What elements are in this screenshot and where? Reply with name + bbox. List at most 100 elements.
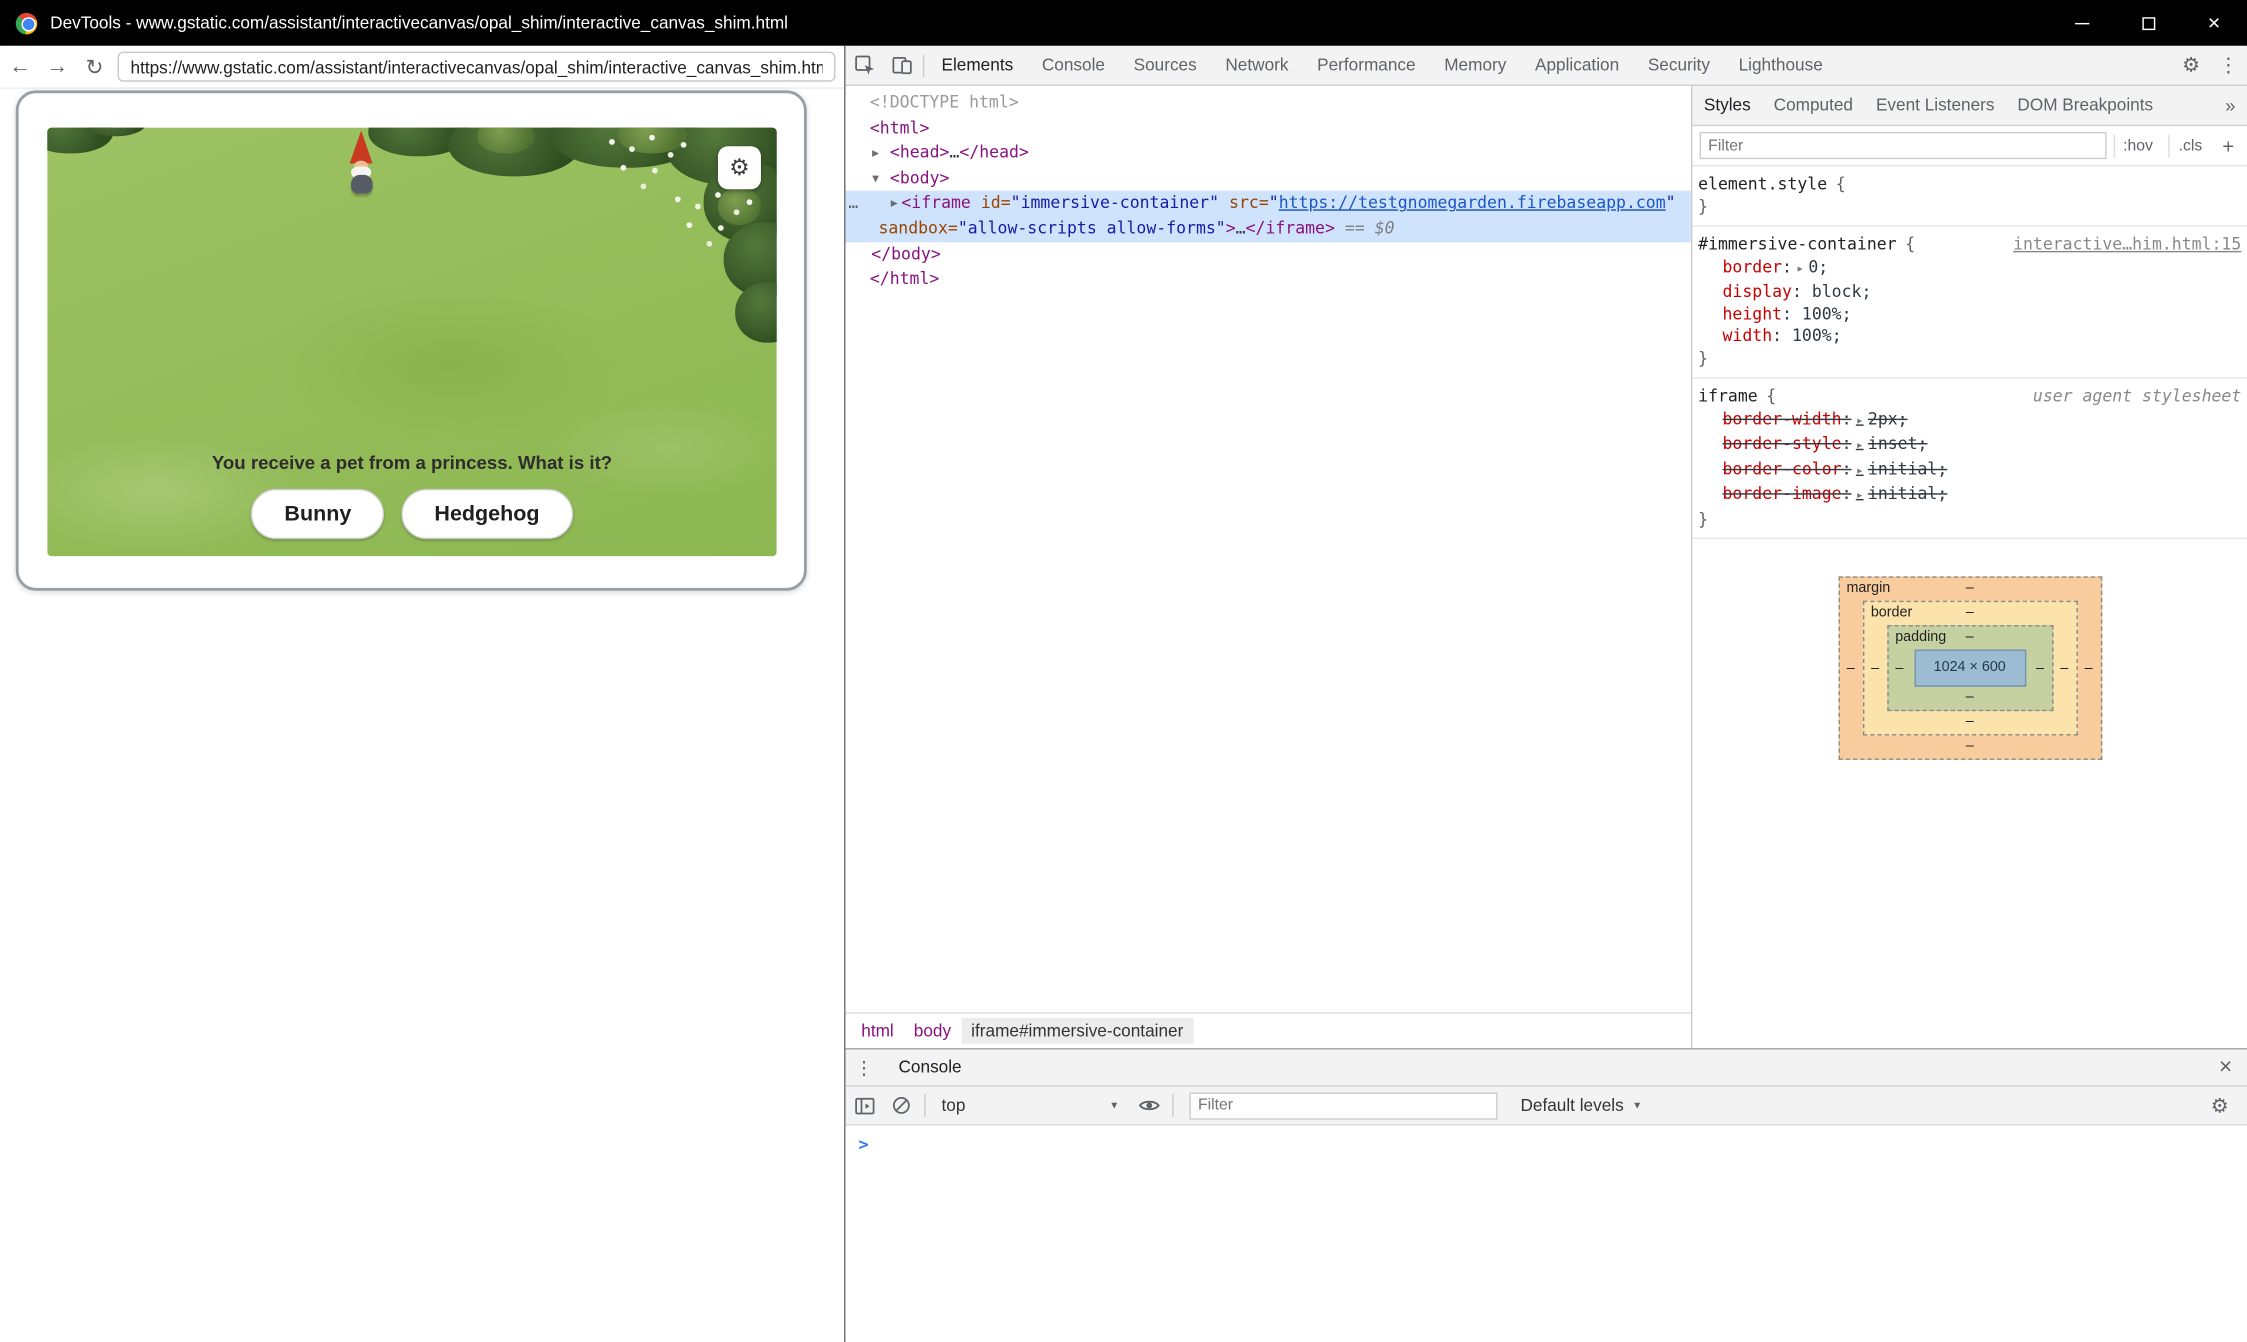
tab-application[interactable]: Application	[1521, 46, 1634, 85]
tree-line-body-open[interactable]: ▼ <body>	[845, 166, 1690, 191]
device-frame: ⚙ You receive a pet from a princess. Wha…	[16, 90, 807, 590]
flowers	[609, 139, 615, 145]
tree-line-doctype[interactable]: <!DOCTYPE html>	[845, 90, 1690, 115]
tree-selected-node[interactable]: … ▶ <iframeid="immersive-container"src="…	[845, 191, 1690, 241]
tab-security[interactable]: Security	[1633, 46, 1724, 85]
iframe-src-link[interactable]: https://testgnomegarden.firebaseapp.com	[1279, 193, 1666, 213]
tab-dom-breakpoints[interactable]: DOM Breakpoints	[2006, 86, 2165, 125]
tree-line-html-open[interactable]: <html>	[845, 116, 1690, 141]
element-classes-button[interactable]: .cls	[2169, 134, 2211, 157]
expand-arrow-icon[interactable]: ▸	[1852, 464, 1868, 478]
drawer-menu-button[interactable]: ⋮	[845, 1056, 882, 1079]
minimize-icon	[2075, 22, 2089, 23]
close-button[interactable]: ×	[2181, 0, 2247, 46]
css-selector[interactable]: iframe	[1698, 386, 1758, 408]
css-property-border-color[interactable]: border-color:▸initial;	[1698, 458, 2244, 483]
css-property-display[interactable]: display: block;	[1698, 281, 2244, 303]
expand-closed-icon[interactable]: ▶	[887, 197, 901, 211]
breadcrumb-body[interactable]: body	[904, 1018, 961, 1044]
settings-button[interactable]: ⚙	[2172, 46, 2209, 85]
clear-console-icon	[891, 1095, 911, 1115]
css-property-border-style[interactable]: border-style:▸inset;	[1698, 433, 2244, 458]
tab-network[interactable]: Network	[1211, 46, 1303, 85]
tab-sources[interactable]: Sources	[1119, 46, 1211, 85]
expand-open-icon[interactable]: ▼	[868, 172, 882, 186]
gear-icon: ⚙	[2211, 1093, 2229, 1117]
expand-arrow-icon[interactable]: ▸	[1852, 414, 1868, 428]
forward-icon: →	[47, 54, 68, 78]
styles-filter-bar: :hov .cls +	[1692, 126, 2247, 166]
more-tabs-button[interactable]: »	[2214, 95, 2247, 117]
maximize-icon	[2142, 16, 2155, 29]
log-levels-selector[interactable]: Default levels▼	[1509, 1095, 1654, 1115]
game-settings-button[interactable]: ⚙	[718, 146, 761, 189]
drawer-close-button[interactable]: ×	[2204, 1055, 2247, 1081]
live-expression-button[interactable]	[1131, 1087, 1168, 1124]
css-property-border-image[interactable]: border-image:▸initial;	[1698, 483, 2244, 508]
back-button[interactable]: ←	[3, 49, 37, 83]
css-property-height[interactable]: height: 100%;	[1698, 303, 2244, 325]
box-model: margin– – border– – padding– –	[1838, 576, 2102, 760]
console-toolbar: top▼ Default levels▼ ⚙	[845, 1087, 2247, 1126]
tab-styles[interactable]: Styles	[1692, 86, 1762, 125]
expand-arrow-icon[interactable]: ▸	[1852, 439, 1868, 453]
styles-filter-input[interactable]	[1700, 132, 2106, 159]
tab-elements[interactable]: Elements	[927, 46, 1027, 85]
tab-computed[interactable]: Computed	[1762, 86, 1864, 125]
new-style-rule-button[interactable]: +	[2211, 134, 2240, 157]
forward-button[interactable]: →	[40, 49, 74, 83]
maximize-button[interactable]	[2115, 0, 2181, 46]
tab-performance[interactable]: Performance	[1303, 46, 1430, 85]
hedgehog-button[interactable]: Hedgehog	[401, 489, 572, 539]
css-selector[interactable]: #immersive-container	[1698, 234, 1896, 256]
console-filter-input[interactable]	[1189, 1092, 1497, 1119]
breadcrumb-iframe[interactable]: iframe#immersive-container	[961, 1018, 1193, 1044]
title-bar: DevTools - www.gstatic.com/assistant/int…	[0, 0, 2247, 46]
console-sidebar-button[interactable]	[845, 1087, 882, 1124]
tree-line-iframe[interactable]: … ▶ <iframeid="immersive-container"src="…	[845, 191, 1690, 216]
game-question: You receive a pet from a princess. What …	[47, 452, 776, 474]
toggle-element-state-button[interactable]: :hov	[2113, 134, 2161, 157]
tree-line-iframe-wrap[interactable]: sandbox="allow-scripts allow-forms">…</i…	[845, 216, 1690, 241]
reload-button[interactable]: ↻	[77, 49, 111, 83]
css-property-width[interactable]: width: 100%;	[1698, 325, 2244, 347]
tab-event-listeners[interactable]: Event Listeners	[1864, 86, 2005, 125]
tree-line-head[interactable]: ▶ <head>…</head>	[845, 141, 1690, 166]
more-actions-icon[interactable]: …	[848, 191, 859, 216]
console-settings-button[interactable]: ⚙	[2201, 1087, 2238, 1124]
devtools-pane: Elements Console Sources Network Perform…	[845, 46, 2247, 1342]
tab-lighthouse[interactable]: Lighthouse	[1724, 46, 1837, 85]
device-toolbar-button[interactable]	[883, 46, 920, 85]
tree-line-html-close[interactable]: </html>	[845, 267, 1690, 292]
console-prompt[interactable]: >	[845, 1126, 2247, 1153]
more-options-button[interactable]: ⋮	[2210, 46, 2247, 85]
css-property-border-width[interactable]: border-width:▸2px;	[1698, 408, 2244, 433]
url-input[interactable]	[119, 57, 834, 77]
console-messages[interactable]: >	[845, 1126, 2247, 1153]
expand-arrow-icon[interactable]: ▸	[1792, 262, 1808, 276]
breadcrumb-html[interactable]: html	[851, 1018, 904, 1044]
tree-line-body-close[interactable]: </body>	[845, 242, 1690, 267]
drawer-tab-console[interactable]: Console	[883, 1050, 978, 1086]
window-title: DevTools - www.gstatic.com/assistant/int…	[50, 13, 2049, 33]
rule-element-style: element.style{ }	[1692, 166, 2247, 226]
clear-console-button[interactable]	[883, 1087, 920, 1124]
choice-buttons: Bunny Hedgehog	[47, 489, 776, 539]
bunny-button[interactable]: Bunny	[251, 489, 384, 539]
css-selector[interactable]: element.style	[1698, 173, 1827, 195]
page-content: ⚙ You receive a pet from a princess. Wha…	[0, 89, 844, 1341]
selected-node-flag: == $0	[1345, 218, 1395, 238]
tab-memory[interactable]: Memory	[1430, 46, 1521, 85]
tab-console[interactable]: Console	[1028, 46, 1120, 85]
reload-icon: ↻	[86, 54, 104, 80]
expand-arrow-icon[interactable]: ▸	[1852, 489, 1868, 503]
inspect-element-button[interactable]	[845, 46, 882, 85]
gnome-hat	[350, 130, 373, 163]
stylesheet-source-link[interactable]: interactive…him.html:15	[2013, 234, 2244, 256]
minimize-button[interactable]	[2049, 0, 2115, 46]
execution-context-selector[interactable]: top▼	[930, 1095, 1131, 1115]
drawer-tabbar: ⋮ Console ×	[845, 1050, 2247, 1087]
expand-closed-icon[interactable]: ▶	[868, 147, 882, 161]
kebab-icon: ⋮	[855, 1056, 874, 1078]
css-property-border[interactable]: border:▸0;	[1698, 256, 2244, 281]
